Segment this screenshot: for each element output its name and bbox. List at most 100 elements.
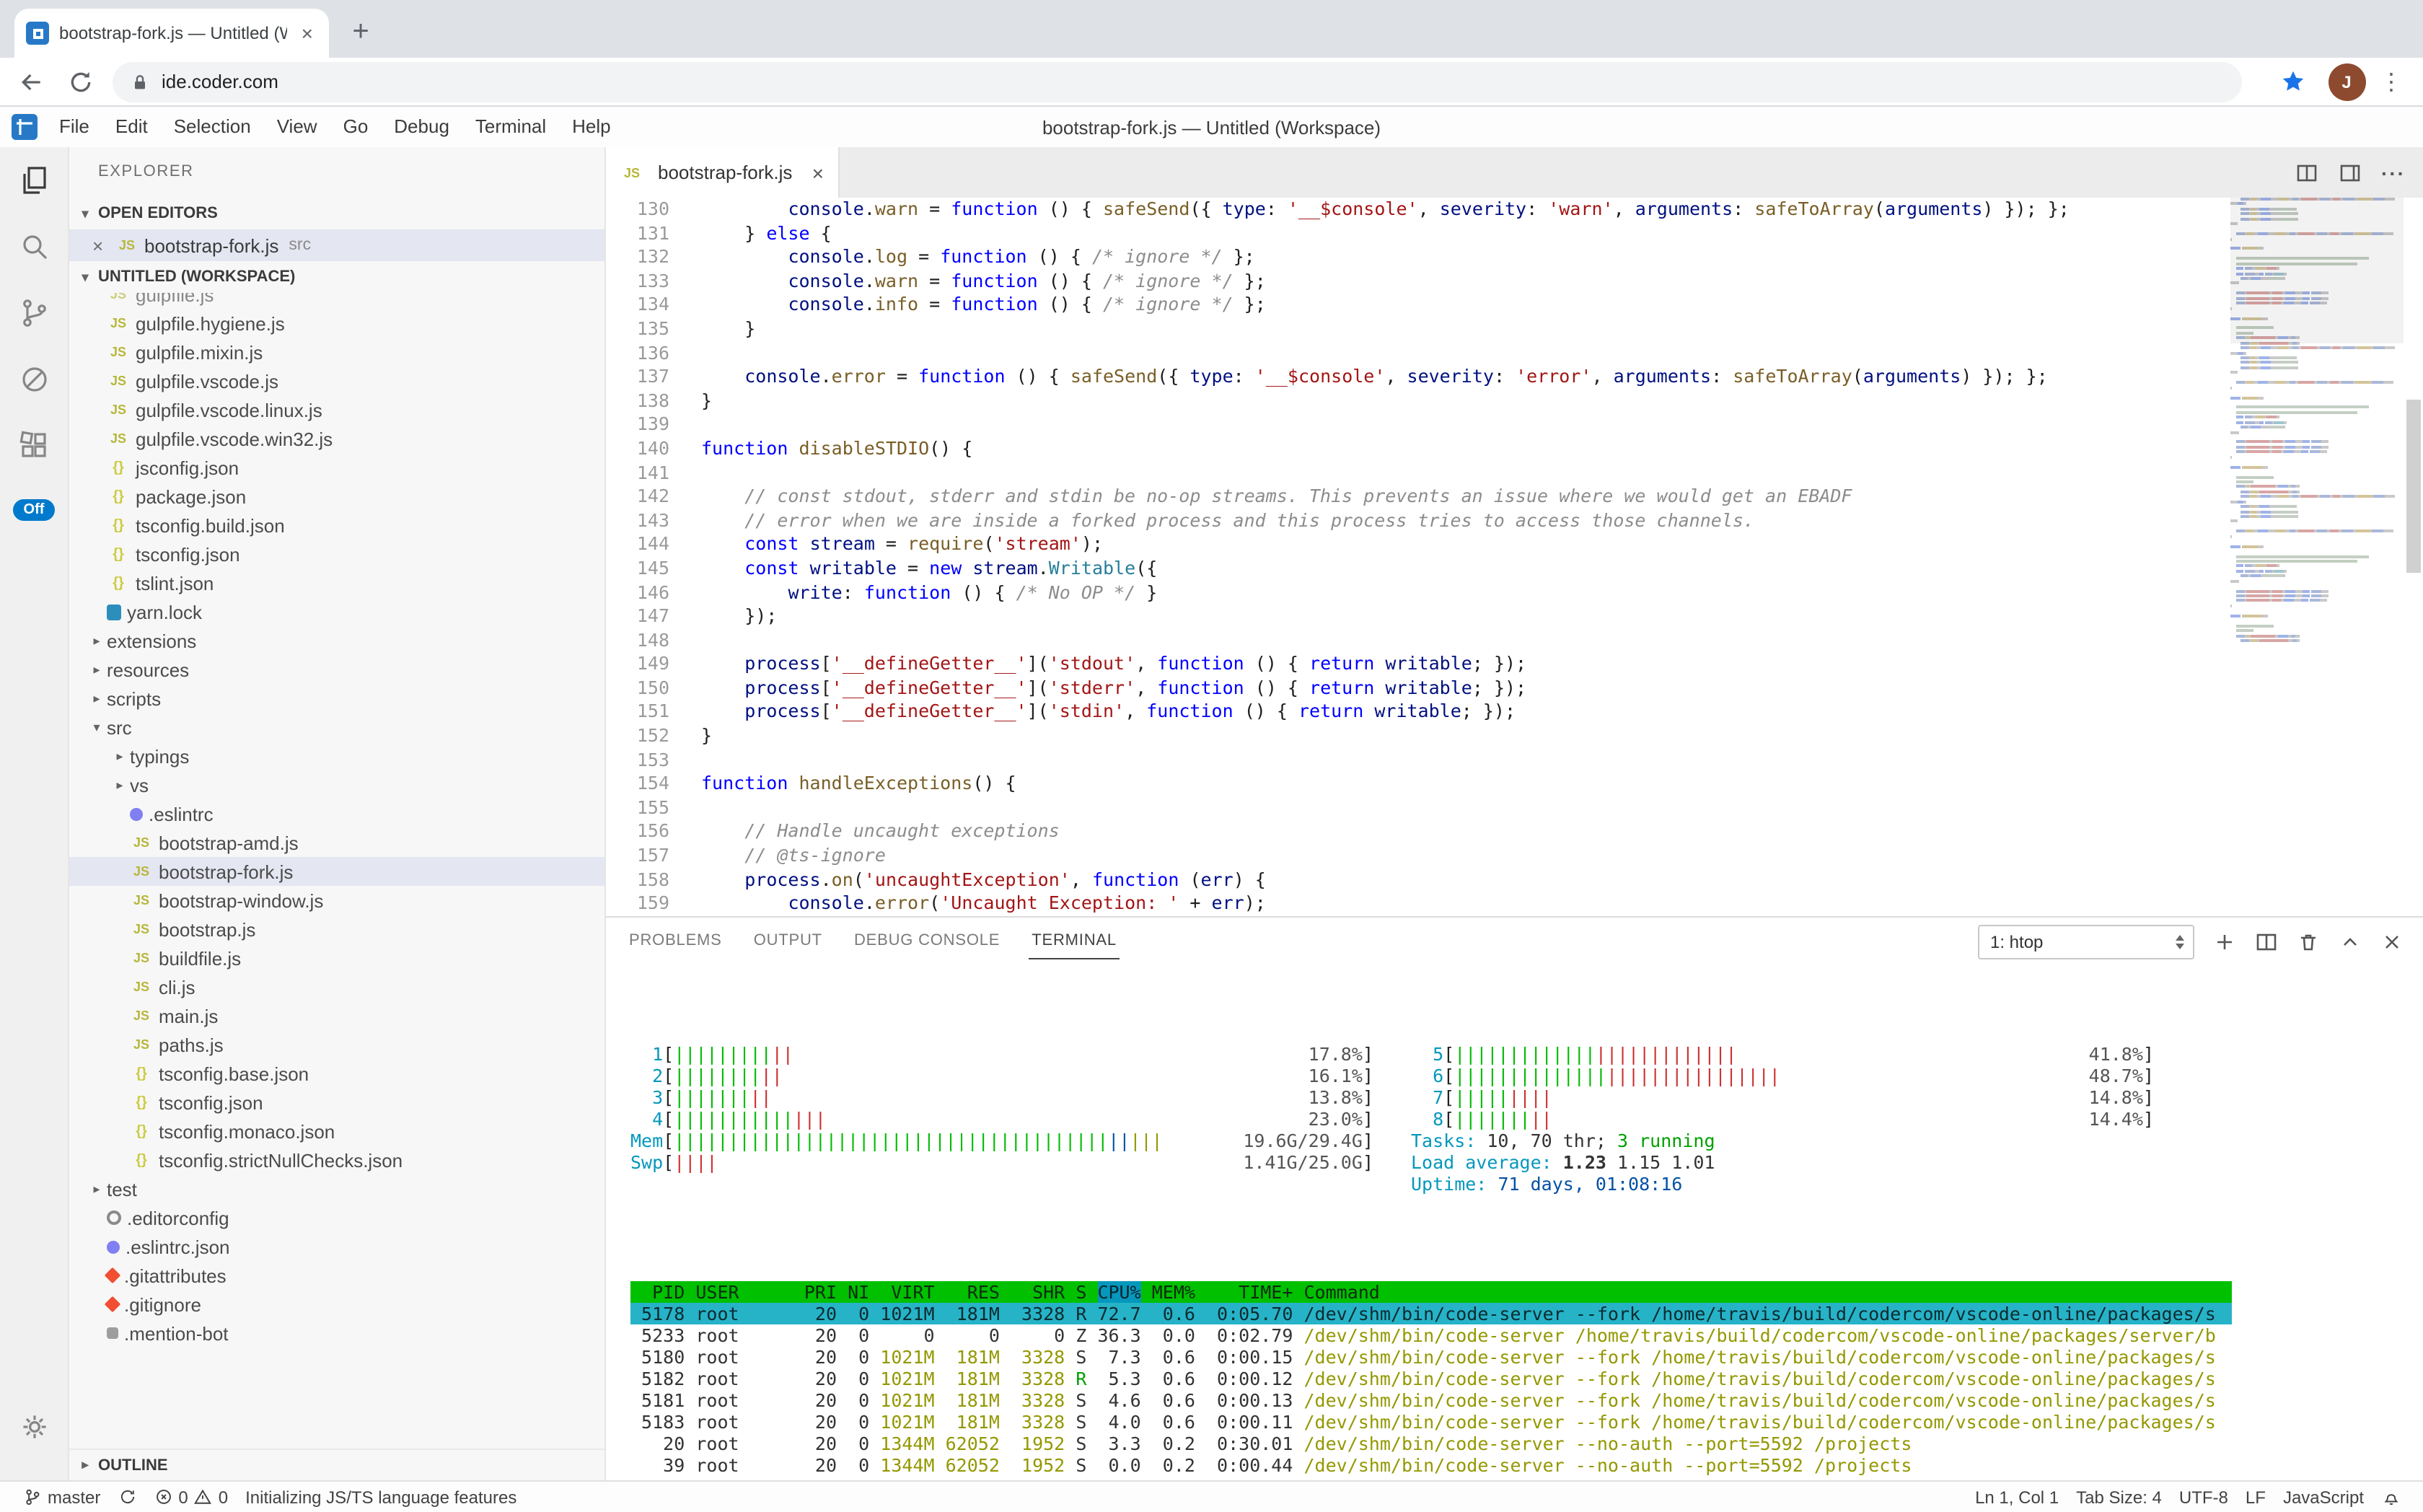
process-row[interactable]: 5181 root 20 0 1021M 181M 3328 S 4.6 0.6…	[630, 1389, 2232, 1411]
menu-edit[interactable]: Edit	[102, 107, 161, 147]
code-editor[interactable]: 1301311321331341351361371381391401411421…	[606, 198, 2423, 916]
tab-size-indicator[interactable]: Tab Size: 4	[2067, 1487, 2171, 1507]
bookmark-star-icon[interactable]	[2276, 64, 2310, 99]
tree-item[interactable]: {}tsconfig.strictNullChecks.json	[69, 1146, 604, 1174]
more-actions-icon[interactable]: ···	[2381, 161, 2406, 184]
tree-item[interactable]: JSgulpfile.mixin.js	[69, 338, 604, 366]
tree-item[interactable]: yarn.lock	[69, 597, 604, 626]
code-line[interactable]: }	[701, 724, 2230, 748]
terminal[interactable]: 1[|||||||||||17.8%] 2[||||||||||16.1%] 3…	[606, 965, 2423, 1480]
back-icon[interactable]	[14, 64, 49, 99]
open-editors-header[interactable]: ▾ OPEN EDITORS	[69, 198, 604, 229]
eol-indicator[interactable]: LF	[2237, 1487, 2274, 1507]
tree-item[interactable]: ▸test	[69, 1174, 604, 1203]
branch-indicator[interactable]: master	[14, 1487, 109, 1507]
code-line[interactable]	[701, 748, 2230, 772]
tree-item[interactable]: JSbootstrap.js	[69, 915, 604, 944]
process-row[interactable]: 39 root 20 0 1344M 62052 1952 S 0.0 0.2 …	[630, 1454, 2232, 1476]
extensions-icon[interactable]	[0, 413, 69, 479]
encoding-indicator[interactable]: UTF-8	[2171, 1487, 2237, 1507]
code-line[interactable]: process.on('uncaughtException', function…	[701, 868, 2230, 892]
code-line[interactable]	[701, 796, 2230, 820]
editor-scrollbar[interactable]	[2403, 198, 2423, 916]
process-row[interactable]: 5183 root 20 0 1021M 181M 3328 S 4.0 0.6…	[630, 1411, 2232, 1433]
tree-item[interactable]: {}tsconfig.build.json	[69, 511, 604, 540]
menu-debug[interactable]: Debug	[381, 107, 462, 147]
panel-tab-terminal[interactable]: TERMINAL	[1029, 923, 1120, 959]
tree-item[interactable]: {}tsconfig.monaco.json	[69, 1117, 604, 1146]
explorer-icon[interactable]	[0, 147, 69, 214]
process-row[interactable]: 5182 root 20 0 1021M 181M 3328 R 5.3 0.6…	[630, 1368, 2232, 1389]
address-bar[interactable]: ide.coder.com	[113, 61, 2241, 102]
code-line[interactable]: const stream = require('stream');	[701, 533, 2230, 557]
tree-item[interactable]: JSpaths.js	[69, 1030, 604, 1059]
code-line[interactable]	[701, 461, 2230, 485]
menu-selection[interactable]: Selection	[161, 107, 264, 147]
new-terminal-icon[interactable]	[2212, 930, 2235, 953]
tree-item[interactable]: .eslintrc	[69, 799, 604, 828]
code-line[interactable]	[701, 341, 2230, 365]
menu-terminal[interactable]: Terminal	[462, 107, 559, 147]
tab-close-icon[interactable]: ×	[297, 22, 317, 45]
panel-tab-debug-console[interactable]: DEBUG CONSOLE	[851, 923, 1003, 959]
tree-item[interactable]: {}package.json	[69, 482, 604, 511]
cursor-position[interactable]: Ln 1, Col 1	[1966, 1487, 2067, 1507]
code-line[interactable]: } else {	[701, 221, 2230, 245]
kill-terminal-icon[interactable]	[2296, 930, 2319, 953]
menu-go[interactable]: Go	[330, 107, 382, 147]
code-line[interactable]: });	[701, 605, 2230, 628]
scrollbar-thumb[interactable]	[2406, 400, 2420, 573]
code-line[interactable]	[701, 413, 2230, 437]
tree-item[interactable]: .eslintrc.json	[69, 1232, 604, 1261]
code-line[interactable]: const writable = new stream.Writable({	[701, 557, 2230, 581]
browser-menu-icon[interactable]: ⋮	[2380, 67, 2403, 96]
menu-view[interactable]: View	[264, 107, 330, 147]
online-status-badge[interactable]: Off	[14, 499, 55, 521]
code-line[interactable]: console.warn = function () { safeSend({ …	[701, 198, 2230, 221]
code-line[interactable]: process['__defineGetter__']('stdout', fu…	[701, 653, 2230, 677]
code-line[interactable]: // error when we are inside a forked pro…	[701, 509, 2230, 532]
tree-item[interactable]: ▸vs	[69, 770, 604, 799]
tree-item[interactable]: {}tslint.json	[69, 568, 604, 597]
code-line[interactable]: process['__defineGetter__']('stderr', fu…	[701, 677, 2230, 700]
code-line[interactable]: write: function () { /* No OP */ }	[701, 581, 2230, 605]
tree-item[interactable]: JSgulpfile.js	[69, 293, 604, 309]
code-line[interactable]: console.error('Uncaught Exception: ' + e…	[701, 892, 2230, 915]
tree-item[interactable]: JSbootstrap-window.js	[69, 886, 604, 915]
open-editor-item[interactable]: × JS bootstrap-fork.js src	[69, 229, 604, 261]
search-icon[interactable]	[0, 214, 69, 280]
language-indicator[interactable]: JavaScript	[2274, 1487, 2373, 1507]
process-row[interactable]: 5178 root 20 0 1021M 181M 3328 R 72.7 0.…	[630, 1303, 2232, 1324]
tree-item[interactable]: ▾src	[69, 713, 604, 742]
toggle-layout-icon[interactable]	[2295, 161, 2318, 184]
close-icon[interactable]: ×	[812, 161, 824, 184]
tree-item[interactable]: JSgulpfile.vscode.win32.js	[69, 424, 604, 453]
new-tab-button[interactable]: +	[340, 13, 381, 53]
tree-item[interactable]: JSgulpfile.vscode.js	[69, 366, 604, 395]
maximize-panel-icon[interactable]	[2338, 930, 2361, 953]
process-row[interactable]: 5180 root 20 0 1021M 181M 3328 S 7.3 0.6…	[630, 1346, 2232, 1368]
code-line[interactable]: console.error = function () { safeSend({…	[701, 365, 2230, 389]
process-row[interactable]: 20 root 20 0 1344M 62052 1952 S 3.3 0.2 …	[630, 1433, 2232, 1454]
tree-item[interactable]: JSgulpfile.vscode.linux.js	[69, 395, 604, 424]
panel-tab-output[interactable]: OUTPUT	[751, 923, 825, 959]
process-row[interactable]: 5233 root 20 0 0 0 0 Z 36.3 0.0 0:02.79 …	[630, 1324, 2232, 1346]
code-line[interactable]: function disableSTDIO() {	[701, 437, 2230, 461]
minimap-slider[interactable]	[2230, 198, 2403, 343]
code-line[interactable]: function handleExceptions() {	[701, 773, 2230, 796]
editor-tab[interactable]: JS bootstrap-fork.js ×	[606, 147, 840, 198]
menu-help[interactable]: Help	[559, 107, 624, 147]
problems-indicator[interactable]: 0 0	[145, 1487, 237, 1507]
close-panel-icon[interactable]	[2380, 930, 2403, 953]
menu-file[interactable]: File	[46, 107, 102, 147]
code-line[interactable]: console.info = function () { /* ignore *…	[701, 294, 2230, 317]
code-line[interactable]	[701, 628, 2230, 652]
settings-gear-icon[interactable]	[0, 1394, 69, 1460]
panel-tab-problems[interactable]: PROBLEMS	[626, 923, 725, 959]
tree-item[interactable]: .mention-bot	[69, 1319, 604, 1348]
tree-item[interactable]: JSmain.js	[69, 1001, 604, 1030]
code-line[interactable]: // @ts-ignore	[701, 844, 2230, 868]
tree-item[interactable]: JSgulpfile.hygiene.js	[69, 309, 604, 338]
browser-tab[interactable]: bootstrap-fork.js — Untitled (W ×	[14, 9, 329, 58]
tree-item[interactable]: JSbootstrap-amd.js	[69, 828, 604, 857]
